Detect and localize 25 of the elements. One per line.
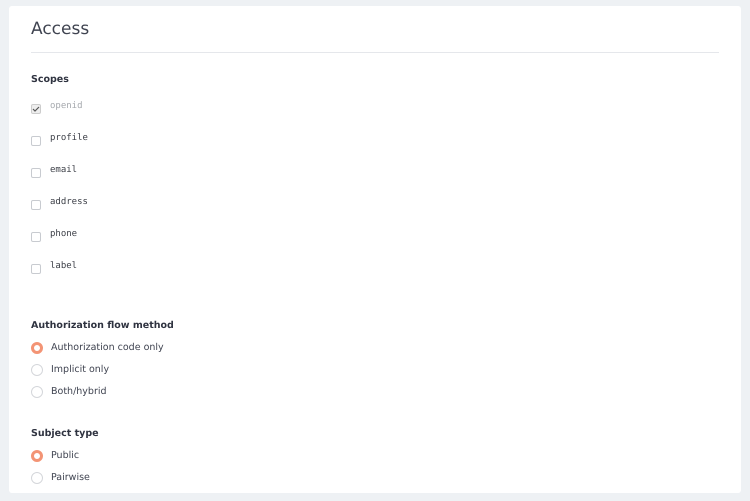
checkbox-label: phone: [50, 228, 78, 241]
radio-label: Both/hybrid: [51, 384, 107, 399]
checkbox-label: profile: [50, 132, 88, 145]
radio-label: Implicit only: [51, 362, 110, 377]
checkbox[interactable]: [31, 200, 41, 210]
radio-button[interactable]: [31, 386, 43, 398]
radio-button[interactable]: [31, 364, 43, 376]
checkbox[interactable]: [31, 232, 41, 242]
section-heading: Subject type: [31, 427, 99, 441]
checkbox-label: address: [50, 196, 88, 209]
radio-label: Pairwise: [51, 471, 90, 486]
section-title: Access: [31, 19, 90, 39]
radio-label: Public: [51, 449, 80, 464]
checkbox-label: label: [50, 260, 78, 273]
section-heading: Authorization flow method: [31, 318, 174, 333]
checkbox[interactable]: [31, 168, 41, 178]
checkbox-label: openid: [50, 100, 83, 113]
radio-button[interactable]: [31, 450, 43, 462]
checkbox-label: email: [50, 164, 78, 177]
radio-label: Authorization code only: [51, 340, 164, 355]
radio-button[interactable]: [31, 342, 43, 354]
radio-button[interactable]: [31, 472, 43, 484]
checkbox[interactable]: [31, 136, 41, 146]
checkbox[interactable]: [31, 264, 41, 274]
section-heading: Scopes: [31, 72, 69, 86]
